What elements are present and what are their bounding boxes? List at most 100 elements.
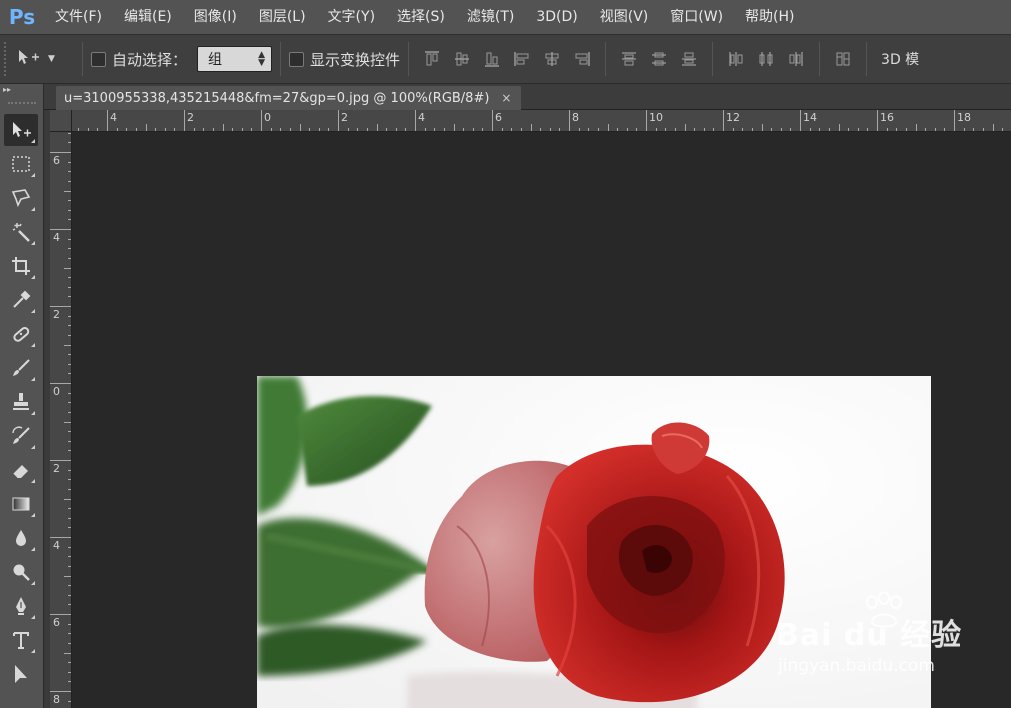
menu-edit[interactable]: 编辑(E) <box>113 0 183 34</box>
toolbox-header[interactable]: ▸▸ <box>0 84 43 112</box>
ruler-tick <box>299 124 301 131</box>
watermark-url: jingyan.baidu.com <box>778 656 935 676</box>
distribute-vcenter-icon[interactable] <box>647 47 671 71</box>
vertical-ruler[interactable]: 6 4 2 0 2 4 6 8 <box>50 132 72 708</box>
flyout-indicator <box>31 411 35 415</box>
eyedropper-tool[interactable] <box>4 284 38 316</box>
flyout-indicator <box>31 139 35 143</box>
distribute-left-icon[interactable] <box>724 47 748 71</box>
collapse-double-arrow-icon[interactable]: ▸▸ <box>3 85 11 94</box>
distribute-top-icon[interactable] <box>617 47 641 71</box>
clone-stamp-tool[interactable] <box>4 386 38 418</box>
dodge-tool[interactable] <box>4 556 38 588</box>
brush-tool[interactable] <box>4 352 38 384</box>
menu-image[interactable]: 图像(I) <box>183 0 248 34</box>
menu-help[interactable]: 帮助(H) <box>734 0 805 34</box>
align-hcenter-icon[interactable] <box>540 47 564 71</box>
type-icon <box>13 632 29 649</box>
auto-align-icon[interactable] <box>831 47 855 71</box>
document-tab[interactable]: u=3100955338,435215448&fm=27&gp=0.jpg @ … <box>56 86 522 110</box>
path-selection-tool[interactable] <box>4 658 38 690</box>
menu-filter[interactable]: 滤镜(T) <box>456 0 525 34</box>
ruler-label: 6 <box>53 616 60 629</box>
healing-brush-tool[interactable] <box>4 318 38 350</box>
ruler-label: 4 <box>418 111 425 124</box>
dodge-icon <box>13 564 30 581</box>
distribute-bottom-icon[interactable] <box>677 47 701 71</box>
flyout-indicator <box>31 343 35 347</box>
align-top-icon[interactable] <box>420 47 444 71</box>
gradient-tool[interactable] <box>4 488 38 520</box>
ruler-tick <box>954 110 955 131</box>
menu-select[interactable]: 选择(S) <box>386 0 456 34</box>
flyout-indicator <box>31 445 35 449</box>
options-bar-grip[interactable] <box>4 42 12 76</box>
ruler-tick <box>338 110 339 131</box>
ruler-label: 2 <box>53 462 60 475</box>
lasso-tool[interactable] <box>4 182 38 214</box>
magic-wand-tool[interactable] <box>4 216 38 248</box>
ruler-tick <box>569 110 570 131</box>
gradient-icon <box>12 497 30 511</box>
close-icon[interactable]: × <box>501 91 511 105</box>
flyout-indicator <box>31 173 35 177</box>
rect-marquee-icon <box>12 156 30 172</box>
ruler-tick <box>64 575 71 577</box>
menu-layer[interactable]: 图层(L) <box>248 0 317 34</box>
ruler-tick <box>64 190 71 192</box>
flyout-indicator <box>31 547 35 551</box>
auto-select-checkbox[interactable] <box>91 51 106 67</box>
pen-tool[interactable] <box>4 590 38 622</box>
align-left-icon[interactable] <box>510 47 534 71</box>
horizontal-ruler[interactable]: 4 2 0 2 4 6 8 10 12 14 16 18 <box>72 110 1011 132</box>
app-logo: Ps <box>8 5 36 29</box>
ruler-label: 2 <box>187 111 194 124</box>
flyout-indicator <box>31 581 35 585</box>
distribute-right-icon[interactable] <box>784 47 808 71</box>
menu-window[interactable]: 窗口(W) <box>659 0 734 34</box>
auto-select-dropdown[interactable]: 组 ▲ ▼ <box>197 46 273 72</box>
eraser-icon <box>12 465 28 479</box>
blur-tool[interactable] <box>4 522 38 554</box>
photoshop-window: Ps 文件(F) 编辑(E) 图像(I) 图层(L) 文字(Y) 选择(S) 滤… <box>0 0 1011 708</box>
document-tab-title: u=3100955338,435215448&fm=27&gp=0.jpg @ … <box>64 90 490 106</box>
history-brush-tool[interactable] <box>4 420 38 452</box>
ruler-tick <box>64 344 71 346</box>
show-transform-checkbox[interactable] <box>289 51 305 67</box>
marquee-tool[interactable] <box>4 148 38 180</box>
flyout-indicator <box>31 309 35 313</box>
crop-tool[interactable] <box>4 250 38 282</box>
flyout-indicator <box>31 615 35 619</box>
flyout-indicator <box>31 513 35 517</box>
ruler-tick <box>50 460 71 461</box>
tool-preset-picker[interactable]: ▼ <box>18 44 74 74</box>
ruler-tick <box>453 124 455 131</box>
align-bottom-icon[interactable] <box>480 47 504 71</box>
ruler-label: 4 <box>53 539 60 552</box>
ruler-tick <box>50 229 71 230</box>
menu-3d[interactable]: 3D(D) <box>525 0 588 34</box>
water-drop-icon <box>16 530 26 546</box>
ruler-tick <box>492 110 493 131</box>
ruler-tick <box>992 124 994 131</box>
move-tool[interactable] <box>4 114 38 146</box>
menu-file[interactable]: 文件(F) <box>44 0 113 34</box>
eraser-tool[interactable] <box>4 454 38 486</box>
ruler-tick <box>50 306 71 307</box>
ruler-tick <box>415 110 416 131</box>
menu-type[interactable]: 文字(Y) <box>317 0 386 34</box>
ruler-tick <box>723 110 724 131</box>
eyedropper-icon <box>13 290 31 308</box>
menu-view[interactable]: 视图(V) <box>589 0 660 34</box>
distribute-hcenter-icon[interactable] <box>754 47 778 71</box>
distribute-buttons <box>614 47 704 71</box>
align-right-icon[interactable] <box>570 47 594 71</box>
toolbox-grip[interactable] <box>8 102 36 104</box>
options-bar: ▼ 自动选择： 组 ▲ ▼ 显示变换控件 3D 模 <box>0 34 1011 84</box>
pen-icon <box>16 597 26 615</box>
ruler-tick <box>530 124 532 131</box>
updown-arrows-icon: ▲ ▼ <box>258 50 266 68</box>
ruler-origin[interactable] <box>50 110 72 132</box>
type-tool[interactable] <box>4 624 38 656</box>
align-vcenter-icon[interactable] <box>450 47 474 71</box>
